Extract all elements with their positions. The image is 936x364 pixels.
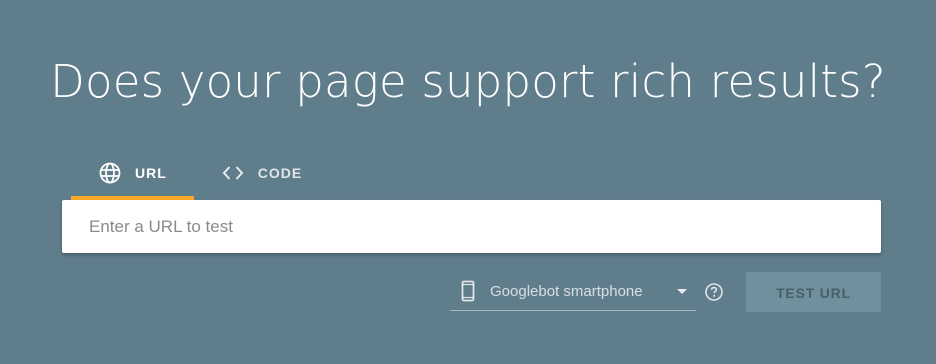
page-title: Does your page support rich results? [50, 55, 886, 108]
user-agent-selected-value: Googlebot smartphone [490, 282, 643, 300]
code-icon [221, 161, 245, 185]
tab-url[interactable]: URL [71, 150, 194, 200]
tab-code-label: CODE [257, 165, 303, 181]
globe-icon [98, 161, 122, 185]
tab-code[interactable]: CODE [194, 150, 329, 200]
url-input-container [62, 200, 881, 253]
test-url-button[interactable]: TEST URL [746, 272, 881, 312]
user-agent-select[interactable]: Googlebot smartphone [450, 272, 696, 311]
input-mode-tabs: URL CODE [71, 150, 329, 200]
smartphone-icon [456, 279, 480, 303]
chevron-down-icon [670, 279, 694, 303]
tab-url-label: URL [135, 165, 167, 181]
url-input[interactable] [62, 200, 881, 253]
help-circle-icon[interactable] [704, 282, 724, 302]
